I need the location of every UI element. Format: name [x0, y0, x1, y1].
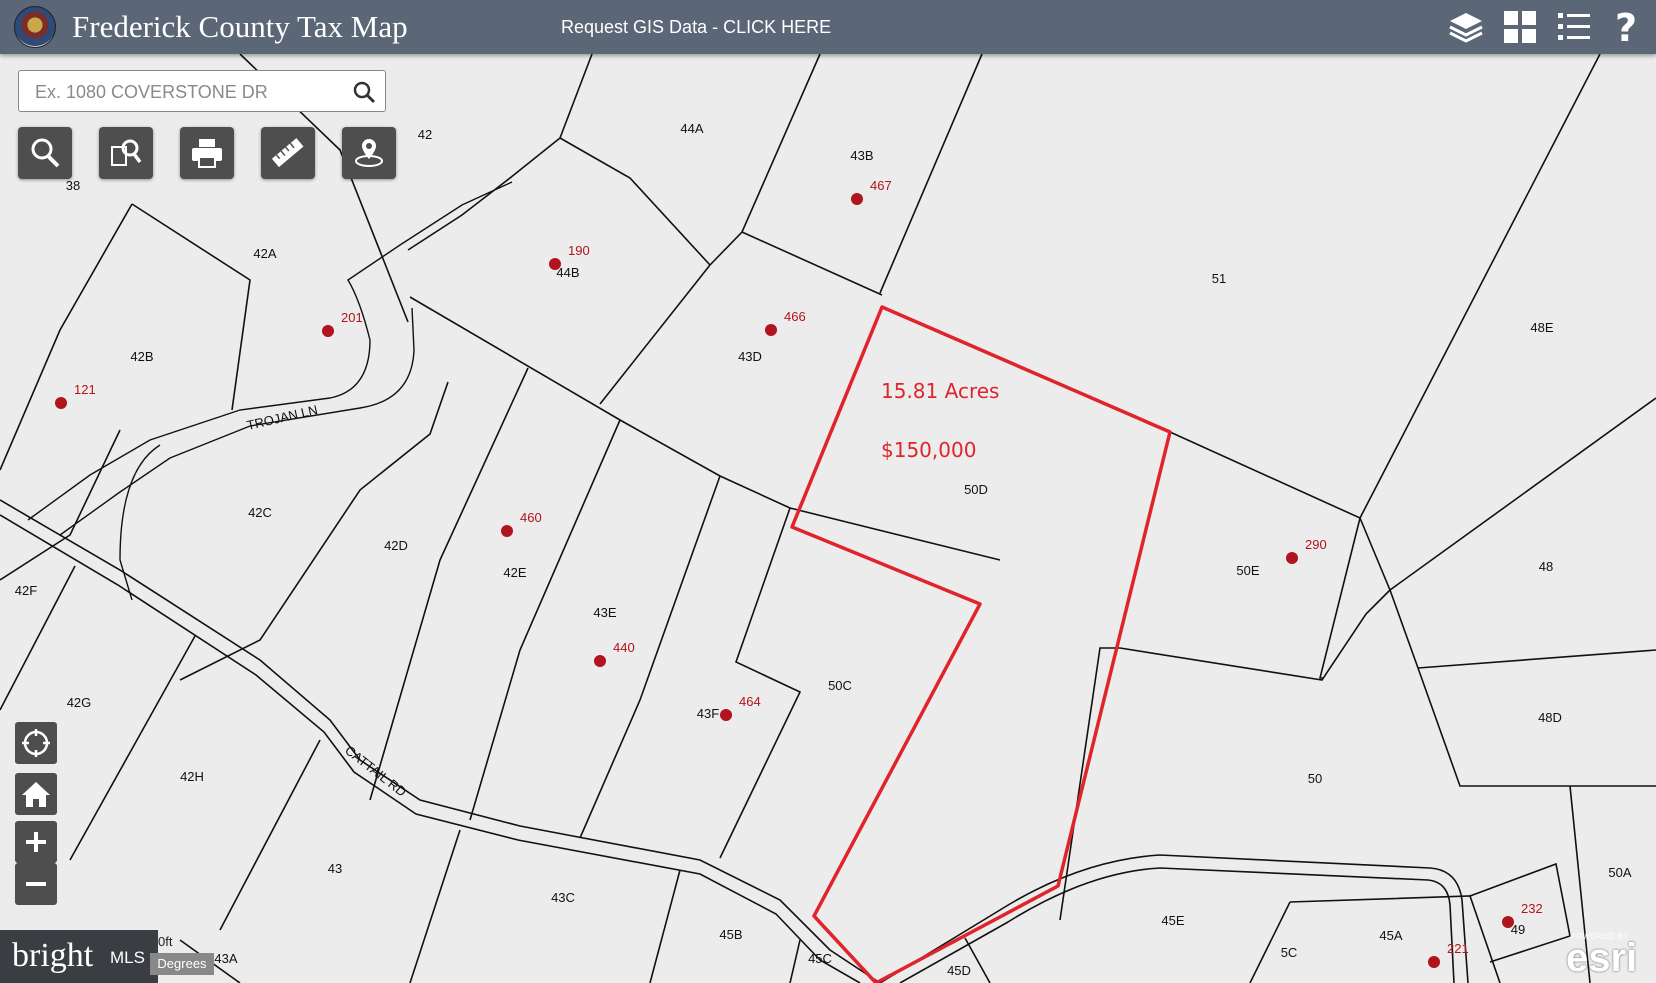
parcel-label-44a: 44A — [680, 121, 703, 136]
identify-tool-icon — [111, 139, 142, 166]
parcel-label-43a: 43A — [214, 951, 237, 966]
print-tool-button[interactable] — [180, 127, 234, 179]
bright-brand: bright — [12, 937, 94, 974]
esri-wordmark: esri — [1566, 936, 1638, 980]
county-seal-icon — [14, 6, 56, 48]
home-button[interactable] — [15, 773, 57, 815]
parcel-label-5c: 5C — [1281, 945, 1298, 960]
zoom-in-icon — [26, 832, 46, 852]
layers-icon[interactable] — [1446, 7, 1486, 47]
address-point-190[interactable] — [549, 258, 561, 270]
parcel-label-48e: 48E — [1530, 320, 1553, 335]
parcel-label-42d: 42D — [384, 538, 408, 553]
parcel-label-43d: 43D — [738, 349, 762, 364]
address-point-467[interactable] — [851, 193, 863, 205]
svg-text:?: ? — [1615, 7, 1637, 47]
scale-bar-label: 0ft — [158, 934, 173, 949]
address-point-232[interactable] — [1502, 916, 1514, 928]
address-label-467: 467 — [870, 178, 892, 193]
bright-brand-suffix: MLS — [110, 948, 145, 967]
address-point-440[interactable] — [594, 655, 606, 667]
parcel-label-43e: 43E — [593, 605, 616, 620]
address-label-466: 466 — [784, 309, 806, 324]
zoom-out-icon — [26, 882, 46, 886]
search-tool-button[interactable] — [18, 127, 72, 179]
search-input[interactable] — [33, 79, 347, 105]
address-point-121[interactable] — [55, 397, 67, 409]
parcel-label-42b: 42B — [130, 349, 153, 364]
home-icon — [22, 782, 50, 807]
parcel-label-45a: 45A — [1379, 928, 1402, 943]
address-point-201[interactable] — [322, 325, 334, 337]
address-label-460: 460 — [520, 510, 542, 525]
parcel-label-42h: 42H — [180, 769, 204, 784]
parcel-label-50e: 50E — [1236, 563, 1259, 578]
address-label-232: 232 — [1521, 901, 1543, 916]
zoom-out-button[interactable] — [15, 863, 57, 905]
zoom-in-button[interactable] — [15, 821, 57, 863]
address-label-121: 121 — [74, 382, 96, 397]
parcel-label-51: 51 — [1212, 271, 1226, 286]
parcel-label-45d: 45D — [947, 963, 971, 978]
bright-mls-watermark: bright MLS — [0, 930, 158, 983]
parcel-label-43: 43 — [328, 861, 342, 876]
locate-address-icon — [355, 139, 383, 167]
parcel-label-50: 50 — [1308, 771, 1322, 786]
search-icon[interactable] — [351, 79, 377, 105]
coordinate-units-label: Degrees — [150, 953, 214, 975]
app-title: Frederick County Tax Map — [72, 9, 408, 44]
basemap-gallery-icon[interactable] — [1500, 7, 1540, 47]
parcel-label-45e: 45E — [1161, 913, 1184, 928]
request-gis-data-link[interactable]: Request GIS Data - CLICK HERE — [561, 16, 831, 38]
address-point-466[interactable] — [765, 324, 777, 336]
esri-logo: POWERED BY esri — [1562, 928, 1644, 980]
parcel-label-43c: 43C — [551, 890, 575, 905]
address-label-190: 190 — [568, 243, 590, 258]
map-background — [0, 0, 1656, 983]
parcel-label-42: 42 — [418, 127, 432, 142]
parcel-label-45b: 45B — [719, 927, 742, 942]
address-label-201: 201 — [341, 310, 363, 325]
locate-icon — [22, 729, 50, 757]
parcel-label-42e: 42E — [503, 565, 526, 580]
parcel-label-38: 38 — [66, 178, 80, 193]
parcel-label-50c: 50C — [828, 678, 852, 693]
parcel-label-45c: 45C — [808, 951, 832, 966]
measure-tool-button[interactable] — [261, 127, 315, 179]
locate-button[interactable] — [15, 722, 57, 764]
map-view[interactable]: TROJAN LN CATTAIL RD 15.81 Acres $150,00… — [0, 0, 1656, 983]
address-label-464: 464 — [739, 694, 761, 709]
parcel-label-48: 48 — [1539, 559, 1553, 574]
parcel-label-48d: 48D — [1538, 710, 1562, 725]
print-tool-icon — [192, 139, 222, 168]
address-label-221: 221 — [1447, 941, 1469, 956]
parcel-label-42g: 42G — [67, 695, 92, 710]
address-point-290[interactable] — [1286, 552, 1298, 564]
locate-address-button[interactable] — [342, 127, 396, 179]
parcel-label-43f: 43F — [697, 706, 719, 721]
parcel-label-50d: 50D — [964, 482, 988, 497]
search-box — [18, 70, 386, 112]
help-icon[interactable]: ? — [1606, 7, 1646, 47]
identify-tool-button[interactable] — [99, 127, 153, 179]
parcel-label-42f: 42F — [15, 583, 37, 598]
address-point-221[interactable] — [1428, 956, 1440, 968]
address-label-440: 440 — [613, 640, 635, 655]
address-label-290: 290 — [1305, 537, 1327, 552]
address-point-460[interactable] — [501, 525, 513, 537]
price-label: $150,000 — [881, 438, 976, 462]
parcel-label-42c: 42C — [248, 505, 272, 520]
parcel-label-50a: 50A — [1608, 865, 1631, 880]
measure-tool-icon — [271, 138, 304, 168]
legend-icon[interactable] — [1554, 7, 1594, 47]
parcel-label-43b: 43B — [850, 148, 873, 163]
parcel-label-42a: 42A — [253, 246, 276, 261]
app-header: Frederick County Tax Map Request GIS Dat… — [0, 0, 1656, 54]
address-point-464[interactable] — [720, 709, 732, 721]
search-tool-icon — [31, 138, 60, 168]
acres-label: 15.81 Acres — [881, 379, 999, 403]
